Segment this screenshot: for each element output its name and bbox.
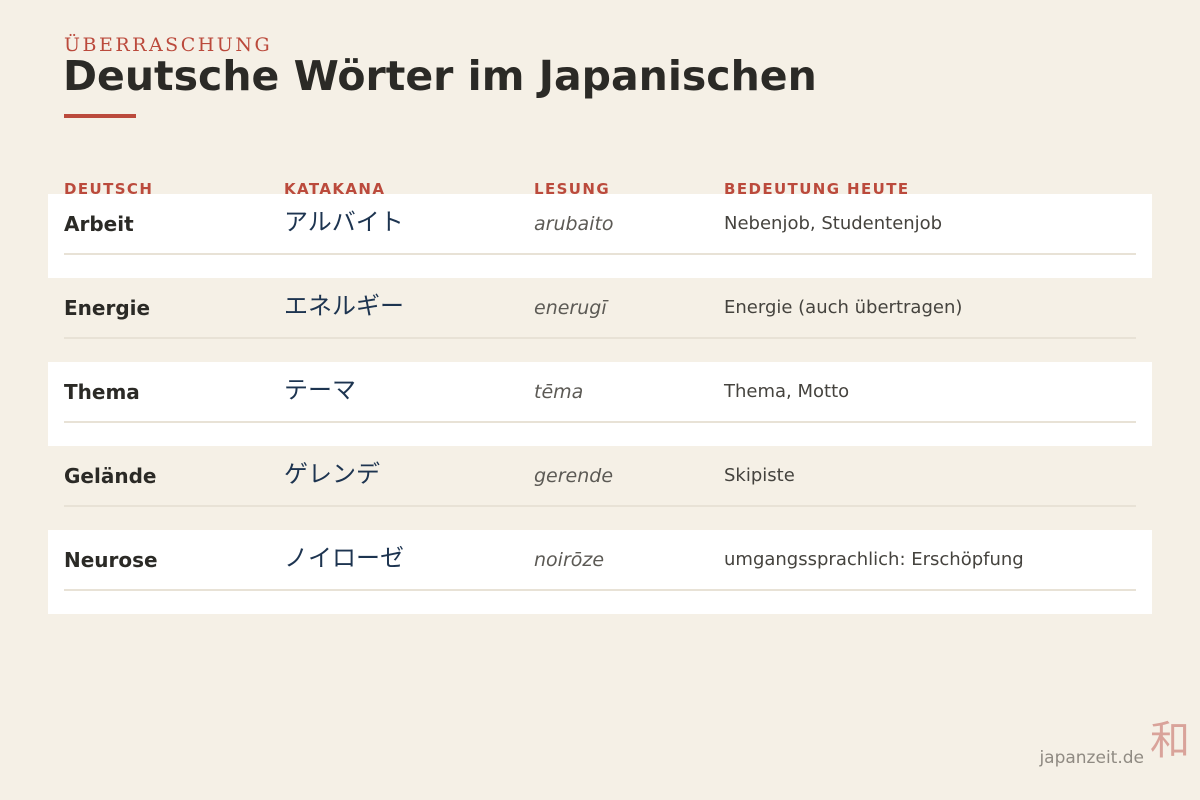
german-word: Thema [64, 380, 140, 404]
table-row: Energie エネルギー enerugī Energie (auch über… [48, 278, 1152, 362]
reading: gerende [534, 465, 614, 487]
meaning: Skipiste [724, 465, 795, 486]
meaning: Nebenjob, Studentenjob [724, 213, 943, 234]
reading: noirōze [534, 549, 605, 571]
katakana-word: ゲレンデ [284, 460, 380, 488]
row-divider [64, 421, 1136, 423]
meaning: Energie (auch übertragen) [724, 297, 963, 318]
table-row: Gelände ゲレンデ gerende Skipiste [48, 446, 1152, 530]
row-divider [64, 589, 1136, 591]
german-word: Arbeit [64, 212, 134, 236]
meaning: umgangssprachlich: Erschöpfung [724, 549, 1024, 570]
reading: arubaito [534, 213, 614, 235]
katakana-word: ノイローゼ [284, 544, 404, 572]
meaning: Thema, Motto [724, 381, 850, 402]
row-divider [64, 505, 1136, 507]
page-title: Deutsche Wörter im Japanischen [63, 52, 817, 100]
katakana-word: テーマ [284, 376, 356, 404]
german-word: Neurose [64, 548, 158, 572]
reading: tēma [534, 381, 584, 403]
title-underline [64, 114, 136, 118]
row-divider [64, 337, 1136, 339]
table-row: Neurose ノイローゼ noirōze umgangssprachlich:… [48, 530, 1152, 614]
wa-kanji-mark: 和 [1150, 718, 1190, 764]
reading: enerugī [534, 297, 607, 319]
table-row: Arbeit アルバイト arubaito Nebenjob, Studente… [48, 194, 1152, 278]
site-url: japanzeit.de [1039, 748, 1144, 768]
german-word: Energie [64, 296, 151, 320]
german-word: Gelände [64, 464, 157, 488]
katakana-word: アルバイト [284, 208, 404, 236]
row-divider [64, 253, 1136, 255]
table-row: Thema テーマ tēma Thema, Motto [48, 362, 1152, 446]
katakana-word: エネルギー [284, 292, 404, 320]
